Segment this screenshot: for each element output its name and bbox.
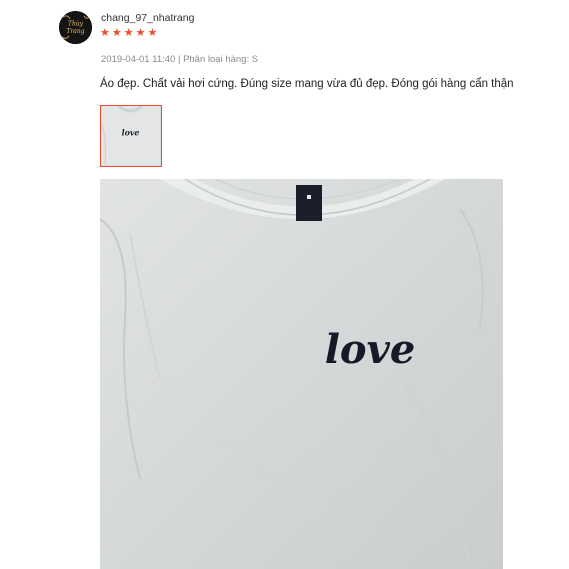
star-icon: ★ [123,27,134,39]
meta-separator: | [175,54,184,65]
star-icon: ★ [147,27,158,39]
thumbnail-image: love [101,106,160,166]
review-comment: Áo đẹp. Chất vải hơi cứng. Đúng size man… [100,78,514,90]
review-photo-large[interactable]: love [100,179,503,569]
star-icon: ★ [111,27,122,39]
review-photo-thumbnail[interactable]: love [100,105,162,167]
star-icon: ★ [135,27,146,39]
avatar-image: Thùy Trang [59,11,92,44]
review-datetime: 2019-04-01 11:40 [101,54,176,65]
rating-stars: ★ ★ ★ ★ ★ [100,28,157,39]
svg-text:Thùy: Thùy [68,21,84,28]
svg-text:Trang: Trang [66,28,84,35]
svg-text:love: love [122,129,140,138]
tshirt-photo: love [100,179,503,569]
star-icon: ★ [100,27,110,39]
variation-label: Phân loại hàng: [183,54,250,65]
reviewer-username[interactable]: chang_97_nhatrang [101,12,194,24]
shirt-print-text: love [325,326,416,373]
user-avatar[interactable]: Thùy Trang [59,11,92,44]
variation-value: S [249,54,259,65]
review-meta: 2019-04-01 11:40 | Phân loại hàng: S [101,54,258,65]
